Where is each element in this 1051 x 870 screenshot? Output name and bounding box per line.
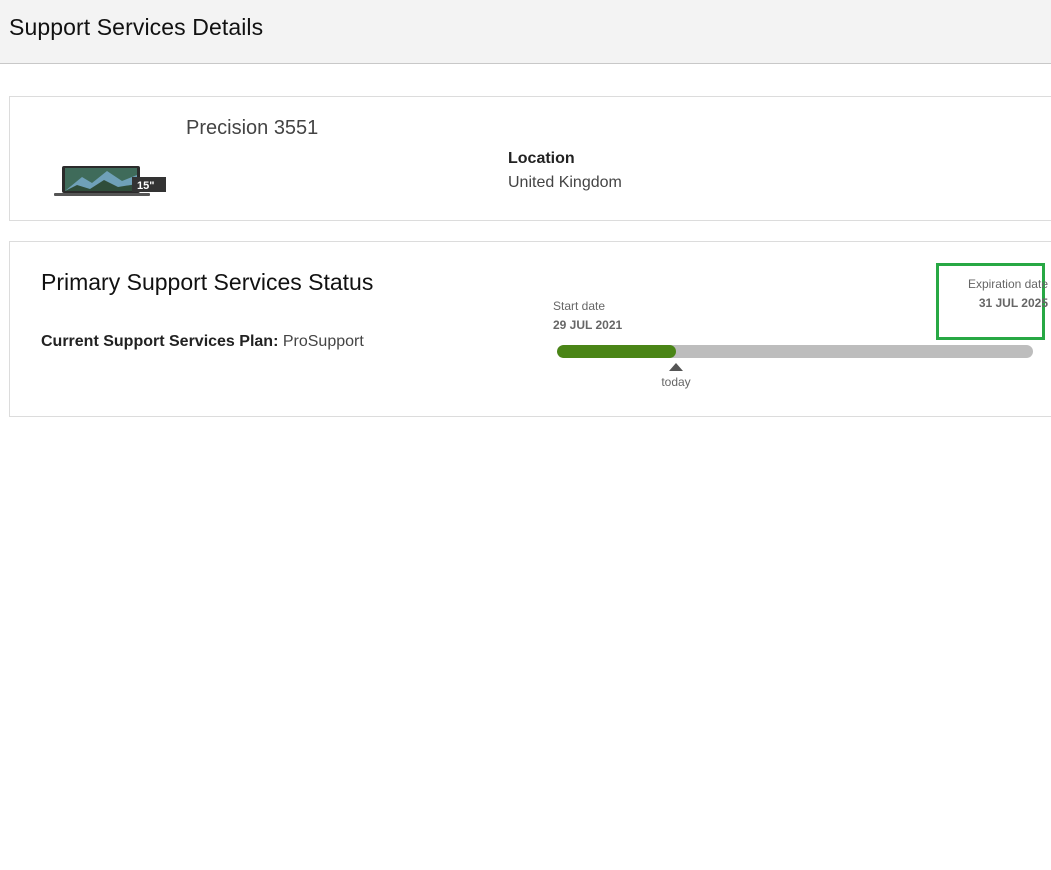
page-title: Support Services Details	[9, 14, 264, 40]
location-label: Location	[508, 150, 575, 167]
expiration-date-label: Expiration date	[967, 277, 1048, 291]
today-label: today	[661, 375, 691, 389]
location-value: United Kingdom	[508, 174, 622, 191]
support-progress-fill	[557, 345, 676, 358]
triangle-up-icon	[669, 363, 683, 371]
page-header: Support Services Details	[0, 0, 1051, 64]
support-plan: Current Support Services Plan: ProSuppor…	[41, 333, 364, 351]
start-date-value: 29 JUL 2021	[553, 318, 623, 332]
product-image-badge: 15"	[137, 180, 154, 192]
support-progress-bar	[557, 345, 1033, 358]
support-status-card: Primary Support Services Status Current …	[9, 241, 1051, 417]
product-name: Precision 3551	[186, 117, 319, 139]
product-card: 15" Precision 3551 Location United Kingd…	[9, 96, 1051, 221]
expiration-date-value: 31 JUL 2025	[978, 296, 1048, 310]
support-status-title: Primary Support Services Status	[41, 269, 374, 295]
support-plan-label: Current Support Services Plan:	[41, 333, 279, 350]
support-plan-value: ProSupport	[282, 333, 364, 350]
laptop-icon: 15"	[54, 166, 166, 196]
start-date-label: Start date	[553, 299, 606, 313]
